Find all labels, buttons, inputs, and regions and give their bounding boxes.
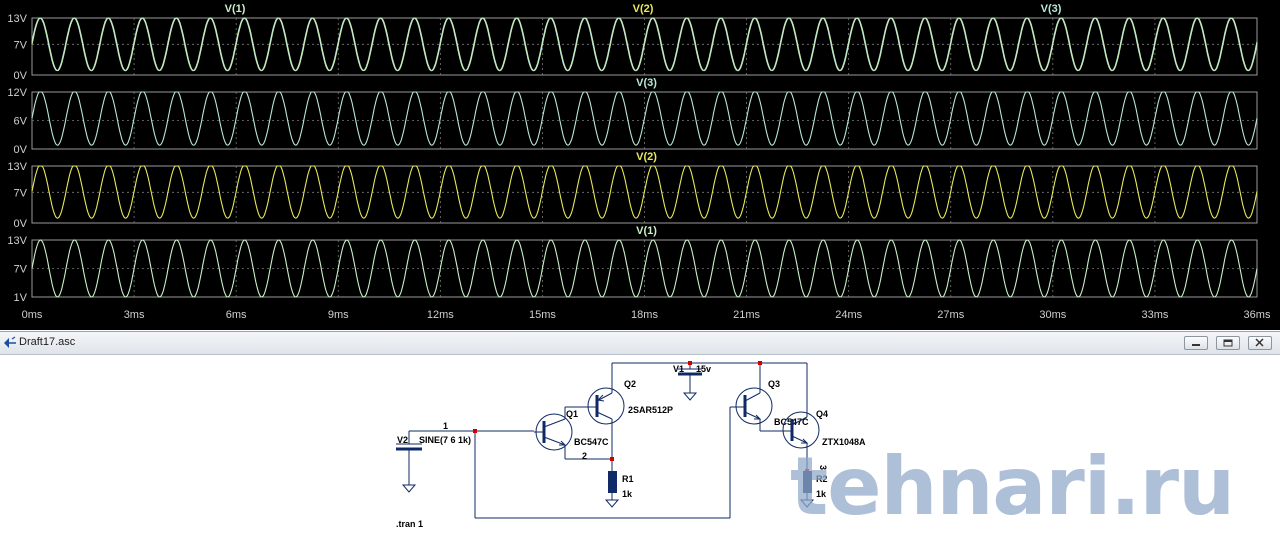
x-tick-label: 27ms: [937, 309, 964, 321]
waveform-viewer[interactable]: 13V 7V 0V V(1) V(2) V(3) 12V 6V 0V V(3) 13V 7V 0V V(2…: [0, 0, 1280, 330]
r1-value: 1k: [622, 489, 633, 499]
r1-name: R1: [622, 474, 634, 484]
y-tick-label: 6V: [14, 116, 28, 128]
trace-label[interactable]: V(3): [636, 77, 657, 89]
watermark-logo: tehnari.ru: [790, 440, 1235, 533]
minimize-button[interactable]: [1184, 336, 1208, 350]
schematic-titlebar[interactable]: Draft17.asc: [0, 332, 1280, 355]
ground-icon: [682, 392, 698, 401]
close-icon: [1255, 338, 1264, 347]
y-tick-label: 7V: [14, 39, 28, 51]
net-label-2: 2: [582, 451, 587, 461]
y-tick-label: 7V: [14, 187, 28, 199]
q1-transistor[interactable]: [534, 413, 573, 451]
y-tick-label: 12V: [7, 87, 27, 99]
q2-transistor[interactable]: [587, 387, 625, 425]
trace-label[interactable]: V(2): [633, 3, 654, 15]
v1-name: V1: [673, 364, 684, 374]
y-tick-label: 13V: [7, 161, 27, 173]
q1-name: Q1: [566, 409, 578, 419]
ground-icon: [401, 484, 417, 493]
minimize-icon: [1192, 344, 1200, 346]
x-tick-label: 9ms: [328, 309, 349, 321]
y-tick-label: 0V: [14, 218, 28, 230]
x-tick-label: 36ms: [1244, 309, 1271, 321]
q1-model: BC547C: [574, 437, 609, 447]
x-tick-label: 12ms: [427, 309, 454, 321]
q3-name: Q3: [768, 379, 780, 389]
restore-button[interactable]: [1216, 336, 1240, 350]
y-tick-label: 13V: [7, 13, 27, 25]
trace-label[interactable]: V(2): [636, 151, 657, 163]
y-tick-label: 0V: [14, 144, 28, 156]
net-label-1: 1: [443, 421, 448, 431]
y-tick-label: 1V: [14, 292, 28, 304]
trace-label[interactable]: V(3): [1041, 3, 1062, 15]
x-tick-label: 3ms: [124, 309, 145, 321]
y-tick-label: 13V: [7, 235, 27, 247]
x-tick-label: 6ms: [226, 309, 247, 321]
q2-name: Q2: [624, 379, 636, 389]
tran-directive[interactable]: .tran 1: [396, 519, 423, 529]
v2-name: V2: [397, 435, 408, 445]
plot-pane-4[interactable]: 13V 7V 1V V(1): [7, 225, 1258, 304]
x-axis: 0ms 3ms 6ms 9ms 12ms 15ms 18ms 21ms 24ms 27ms 30ms…: [22, 309, 1271, 321]
waveform-plot[interactable]: 13V 7V 0V V(1) V(2) V(3) 12V 6V 0V V(3) 13V 7V 0V V(2…: [0, 0, 1280, 330]
x-tick-label: 24ms: [835, 309, 862, 321]
x-tick-label: 18ms: [631, 309, 658, 321]
v1-value: 15v: [696, 364, 711, 374]
x-tick-label: 30ms: [1039, 309, 1066, 321]
plot-pane-3[interactable]: 13V 7V 0V V(2): [7, 151, 1258, 230]
x-tick-label: 15ms: [529, 309, 556, 321]
q3-transistor[interactable]: [735, 387, 773, 425]
q4-name: Q4: [816, 409, 828, 419]
x-tick-label: 33ms: [1141, 309, 1168, 321]
y-tick-label: 0V: [14, 70, 28, 82]
plot-pane-2[interactable]: 12V 6V 0V V(3): [7, 77, 1258, 156]
plot-pane-1[interactable]: 13V 7V 0V V(1) V(2) V(3): [7, 3, 1258, 82]
r1-resistor[interactable]: [604, 471, 620, 508]
trace-label[interactable]: V(1): [636, 225, 657, 237]
y-tick-label: 7V: [14, 264, 28, 276]
x-tick-label: 0ms: [22, 309, 43, 321]
q2-model: 2SAR512P: [628, 405, 673, 415]
v2-value: SINE(7 6 1k): [419, 435, 471, 445]
v2-source[interactable]: [396, 443, 422, 493]
x-tick-label: 21ms: [733, 309, 760, 321]
close-button[interactable]: [1248, 336, 1272, 350]
window-title: Draft17.asc: [19, 336, 76, 348]
ltspice-schematic-icon: [4, 336, 16, 348]
trace-label[interactable]: V(1): [225, 3, 246, 15]
ground-icon: [604, 499, 620, 508]
restore-icon: [1223, 339, 1233, 347]
